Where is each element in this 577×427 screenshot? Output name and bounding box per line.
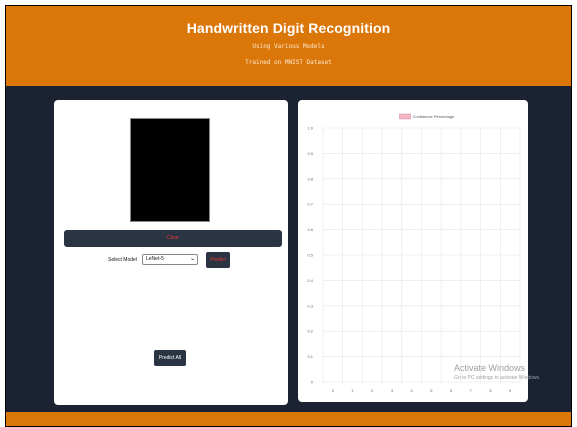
x-tick-label: 5 xyxy=(430,388,433,393)
x-tick-label: 1 xyxy=(351,388,354,393)
footer xyxy=(6,412,571,426)
y-tick-label: 0 xyxy=(311,380,314,385)
x-tick-label: 3 xyxy=(391,388,394,393)
y-tick-label: 0.9 xyxy=(307,151,313,156)
clear-button[interactable]: Clear xyxy=(64,230,282,247)
legend-label: Confidence Percentage xyxy=(413,114,456,119)
y-tick-label: 0.2 xyxy=(307,329,313,334)
page-title: Handwritten Digit Recognition xyxy=(186,20,391,36)
model-select-label: Select Model xyxy=(108,257,137,263)
subtitle-dataset: Trained on MNIST Dataset xyxy=(245,59,332,66)
y-tick-label: 1.0 xyxy=(307,126,313,131)
confidence-chart: 0 0.1 0.2 0.3 0.4 0.5 0.6 0.7 0.8 0.9 1.0 0 1 2 3 4 5 6 7 8… xyxy=(307,113,521,393)
y-tick-label: 0.6 xyxy=(307,227,313,232)
predict-all-button[interactable]: Predict All xyxy=(154,350,186,366)
y-tick-label: 0.1 xyxy=(307,354,313,359)
y-tick-label: 0.4 xyxy=(307,278,313,283)
subtitle-models: Using Various Models xyxy=(252,43,325,50)
x-tick-label: 4 xyxy=(411,388,414,393)
x-tick-label: 6 xyxy=(450,388,453,393)
chart-panel: 0 0.1 0.2 0.3 0.4 0.5 0.6 0.7 0.8 0.9 1.0 0 1 2 3 4 5 6 7 8… xyxy=(298,100,528,402)
drawing-canvas[interactable] xyxy=(130,118,210,222)
y-tick-label: 0.5 xyxy=(307,253,313,258)
x-tick-label: 0 xyxy=(332,388,335,393)
chevron-down-icon: ⌄ xyxy=(189,256,195,262)
watermark-subtitle: Go to PC settings to activate Windows. xyxy=(454,375,541,381)
model-select-row: Select Model LeNet-5 ⌄ Predict xyxy=(54,252,288,268)
watermark-title: Activate Windows xyxy=(454,363,526,373)
y-tick-label: 0.8 xyxy=(307,176,313,181)
legend-swatch xyxy=(399,113,411,120)
activate-windows-watermark: Activate Windows Go to PC settings to ac… xyxy=(454,363,540,381)
header: Handwritten Digit Recognition Using Vari… xyxy=(6,6,571,86)
x-tick-label: 9 xyxy=(509,388,512,393)
y-tick-label: 0.3 xyxy=(307,303,313,308)
app-frame: Handwritten Digit Recognition Using Vari… xyxy=(5,5,572,427)
x-tick-label: 7 xyxy=(470,388,473,393)
model-select[interactable]: LeNet-5 ⌄ xyxy=(142,254,198,265)
x-tick-label: 8 xyxy=(489,388,492,393)
y-tick-label: 0.7 xyxy=(307,202,313,207)
x-tick-label: 2 xyxy=(371,388,374,393)
model-select-value: LeNet-5 xyxy=(146,256,164,262)
predict-button[interactable]: Predict xyxy=(206,252,230,268)
drawing-panel: Clear Select Model LeNet-5 ⌄ Predict Pre… xyxy=(54,100,288,405)
